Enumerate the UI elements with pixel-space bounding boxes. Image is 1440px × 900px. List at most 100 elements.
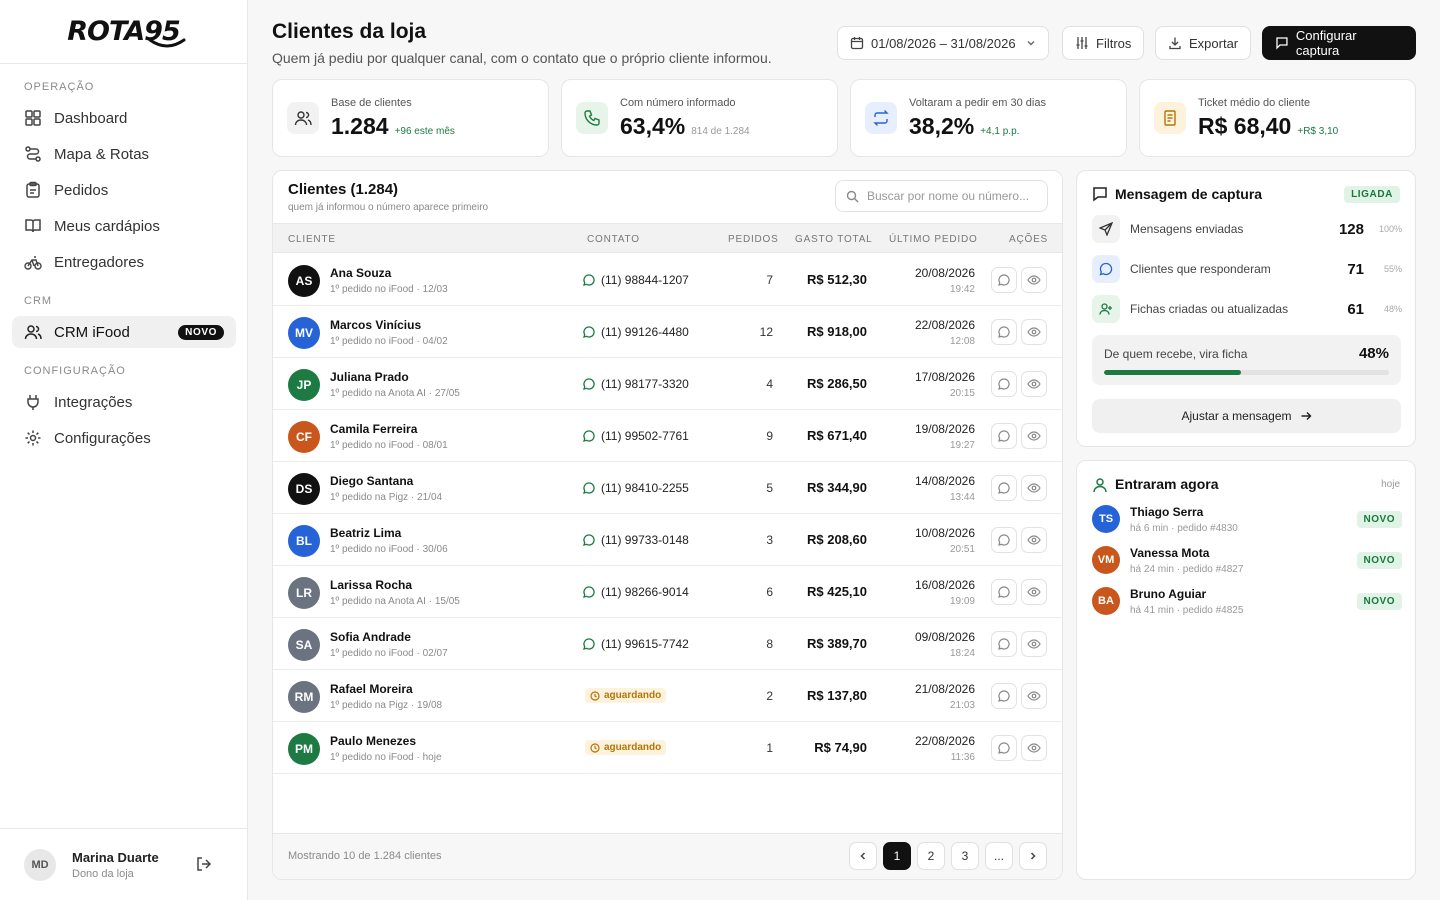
table-row[interactable]: DS Diego Santana 1º pedido na Pigz · 21/… (273, 462, 1062, 514)
col-pedidos[interactable]: PEDIDOS (728, 234, 779, 245)
table-row[interactable]: LR Larissa Rocha 1º pedido na Anota AI ·… (273, 566, 1062, 618)
contact-phone[interactable]: (11) 98410-2255 (583, 481, 689, 495)
user-profile[interactable]: MD Marina Duarte Dono da loja (0, 828, 247, 900)
table-row[interactable]: SA Sofia Andrade 1º pedido no iFood · 02… (273, 618, 1062, 670)
message-client-button[interactable] (991, 423, 1017, 449)
showing-count: Mostrando 10 de 1.284 clientes (288, 850, 442, 862)
contact-status-badge: aguardando (585, 740, 667, 755)
message-client-button[interactable] (991, 579, 1017, 605)
users-icon (287, 102, 319, 134)
col-cliente[interactable]: CLIENTE (288, 234, 336, 245)
message-client-button[interactable] (991, 683, 1017, 709)
table-row[interactable]: CF Camila Ferreira 1º pedido no iFood · … (273, 410, 1062, 462)
message-client-button[interactable] (991, 267, 1017, 293)
sidebar-item-mapa-rotas[interactable]: Mapa & Rotas (12, 138, 236, 170)
recent-client-meta: há 6 min · pedido #4830 (1130, 523, 1238, 534)
page-ellipsis[interactable]: ... (985, 842, 1013, 870)
contact-phone[interactable]: (11) 99615-7742 (583, 637, 689, 651)
filters-button[interactable]: Filtros (1062, 26, 1145, 60)
metric-label: Fichas criadas ou atualizadas (1130, 302, 1289, 316)
last-order-date: 17/08/2026 (914, 370, 975, 384)
table-subtitle: quem já informou o número aparece primei… (288, 202, 489, 213)
kpi-value: 1.284 (331, 112, 389, 139)
clipboard-icon (26, 181, 40, 198)
view-client-button[interactable] (1021, 683, 1047, 709)
view-client-button[interactable] (1021, 735, 1047, 761)
table-row[interactable]: PM Paulo Menezes 1º pedido no iFood · ho… (273, 722, 1062, 774)
search-box[interactable] (835, 180, 1048, 212)
message-client-button[interactable] (991, 371, 1017, 397)
client-name[interactable]: Beatriz Lima (330, 526, 401, 540)
sidebar-item-configuracoes[interactable]: Configurações (12, 422, 236, 454)
sidebar-item-entregadores[interactable]: Entregadores (12, 246, 236, 278)
whatsapp-icon (583, 326, 595, 338)
contact-phone[interactable]: (11) 99502-7761 (583, 429, 689, 443)
contact-number: (11) 99502-7761 (601, 429, 689, 443)
page-1-button[interactable]: 1 (883, 842, 911, 870)
client-name[interactable]: Paulo Menezes (330, 734, 416, 748)
download-icon (1169, 37, 1181, 50)
brand-logo[interactable]: ROTA95 (0, 0, 247, 64)
view-client-button[interactable] (1021, 475, 1047, 501)
sidebar-item-dashboard[interactable]: Dashboard (12, 102, 236, 134)
contact-phone[interactable]: (11) 99733-0148 (583, 533, 689, 547)
view-client-button[interactable] (1021, 423, 1047, 449)
configure-capture-button[interactable]: Configurar captura (1262, 26, 1416, 60)
table-row[interactable]: AS Ana Souza 1º pedido no iFood · 12/03 … (273, 254, 1062, 306)
message-client-button[interactable] (991, 631, 1017, 657)
export-button[interactable]: Exportar (1155, 26, 1252, 60)
view-client-button[interactable] (1021, 527, 1047, 553)
page-2-button[interactable]: 2 (917, 842, 945, 870)
view-client-button[interactable] (1021, 371, 1047, 397)
client-name[interactable]: Sofia Andrade (330, 630, 411, 644)
avatar: JP (288, 369, 320, 401)
contact-phone[interactable]: (11) 99126-4480 (583, 325, 689, 339)
date-range-picker[interactable]: 01/08/2026 – 31/08/2026 (837, 26, 1049, 60)
client-name[interactable]: Camila Ferreira (330, 422, 417, 436)
sidebar-item-pedidos[interactable]: Pedidos (12, 174, 236, 206)
table-row[interactable]: MV Marcos Vinícius 1º pedido no iFood · … (273, 306, 1062, 358)
sidebar-item-cardapios[interactable]: Meus cardápios (12, 210, 236, 242)
search-input[interactable] (867, 189, 1037, 203)
message-client-button[interactable] (991, 319, 1017, 345)
contact-phone[interactable]: (11) 98266-9014 (583, 585, 689, 599)
view-client-button[interactable] (1021, 579, 1047, 605)
page-3-button[interactable]: 3 (951, 842, 979, 870)
list-item[interactable]: TS Thiago Serra há 6 min · pedido #4830 … (1092, 505, 1402, 537)
receipt-icon (1154, 102, 1186, 134)
sidebar-item-integracoes[interactable]: Integrações (12, 386, 236, 418)
list-item[interactable]: VM Vanessa Mota há 24 min · pedido #4827… (1092, 546, 1402, 578)
table-row[interactable]: RM Rafael Moreira 1º pedido na Pigz · 19… (273, 670, 1062, 722)
table-row[interactable]: JP Juliana Prado 1º pedido na Anota AI ·… (273, 358, 1062, 410)
conversion-progress-fill (1104, 370, 1241, 375)
view-client-button[interactable] (1021, 267, 1047, 293)
message-client-button[interactable] (991, 475, 1017, 501)
message-client-button[interactable] (991, 527, 1017, 553)
view-client-button[interactable] (1021, 319, 1047, 345)
client-name[interactable]: Diego Santana (330, 474, 413, 488)
client-name[interactable]: Larissa Rocha (330, 578, 412, 592)
col-ultimo[interactable]: ÚLTIMO PEDIDO (889, 234, 978, 245)
kpi-label: Com número informado (620, 96, 736, 109)
adjust-message-button[interactable]: Ajustar a mensagem (1092, 399, 1401, 433)
next-page-button[interactable] (1019, 842, 1047, 870)
client-name[interactable]: Marcos Vinícius (330, 318, 421, 332)
col-gasto[interactable]: GASTO TOTAL (795, 234, 873, 245)
chat-icon (998, 586, 1010, 598)
view-client-button[interactable] (1021, 631, 1047, 657)
last-order-time: 13:44 (949, 492, 975, 503)
message-client-button[interactable] (991, 735, 1017, 761)
logout-icon[interactable] (195, 855, 213, 873)
client-name[interactable]: Juliana Prado (330, 370, 409, 384)
contact-phone[interactable]: (11) 98844-1207 (583, 273, 689, 287)
whatsapp-icon (583, 274, 595, 286)
sidebar-item-crm-ifood[interactable]: CRM iFood NOVO (12, 316, 236, 348)
contact-phone[interactable]: (11) 98177-3320 (583, 377, 689, 391)
client-name[interactable]: Rafael Moreira (330, 682, 413, 696)
table-row[interactable]: BL Beatriz Lima 1º pedido no iFood · 30/… (273, 514, 1062, 566)
col-contato[interactable]: CONTATO (587, 234, 640, 245)
prev-page-button[interactable] (849, 842, 877, 870)
client-name[interactable]: Ana Souza (330, 266, 391, 280)
metric-value: 71 (1347, 260, 1364, 278)
list-item[interactable]: BA Bruno Aguiar há 41 min · pedido #4825… (1092, 587, 1402, 619)
